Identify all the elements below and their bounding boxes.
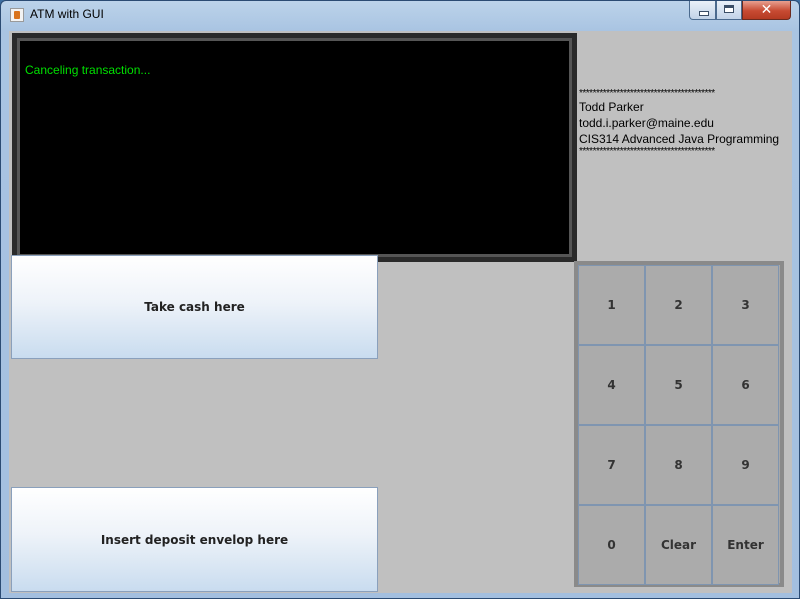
window-title: ATM with GUI (30, 7, 104, 21)
key-3[interactable]: 3 (712, 265, 779, 345)
take-cash-button[interactable]: Take cash here (11, 255, 378, 359)
key-2[interactable]: 2 (645, 265, 712, 345)
info-bottom-rule: **************************************** (579, 146, 715, 157)
key-7[interactable]: 7 (578, 425, 645, 505)
key-clear[interactable]: Clear (645, 505, 712, 585)
screen-message: Canceling transaction... (25, 63, 151, 77)
title-bar[interactable]: ATM with GUI ✕ (1, 1, 799, 30)
deposit-envelope-label: Insert deposit envelop here (100, 532, 289, 547)
key-5[interactable]: 5 (645, 345, 712, 425)
key-9[interactable]: 9 (712, 425, 779, 505)
key-6[interactable]: 6 (712, 345, 779, 425)
maximize-button[interactable] (716, 1, 742, 20)
author-email: todd.i.parker@maine.edu (579, 116, 714, 130)
key-1[interactable]: 1 (578, 265, 645, 345)
atm-panel: Canceling transaction... ***************… (9, 31, 792, 593)
atm-screen-inner: Canceling transaction... (17, 38, 572, 257)
atm-screen: Canceling transaction... (12, 33, 577, 262)
close-button[interactable]: ✕ (742, 1, 791, 20)
take-cash-label: Take cash here (144, 300, 245, 314)
author-name: Todd Parker (579, 100, 644, 114)
maximize-icon (724, 5, 734, 13)
author-info: ****************************************… (579, 89, 779, 157)
deposit-envelope-button[interactable]: Insert deposit envelop here (11, 487, 378, 592)
close-icon: ✕ (760, 2, 773, 18)
key-0[interactable]: 0 (578, 505, 645, 585)
key-4[interactable]: 4 (578, 345, 645, 425)
java-app-icon[interactable] (10, 8, 24, 22)
course-name: CIS314 Advanced Java Programming (579, 132, 780, 146)
minimize-icon (699, 11, 709, 16)
minimize-button[interactable] (689, 1, 716, 20)
key-8[interactable]: 8 (645, 425, 712, 505)
app-window: ATM with GUI ✕ Canceling transaction... … (0, 0, 800, 599)
info-top-rule: **************************************** (579, 88, 715, 99)
key-enter[interactable]: Enter (712, 505, 779, 585)
keypad: 1 2 3 4 5 6 7 8 9 0 Clear Enter (574, 261, 784, 587)
